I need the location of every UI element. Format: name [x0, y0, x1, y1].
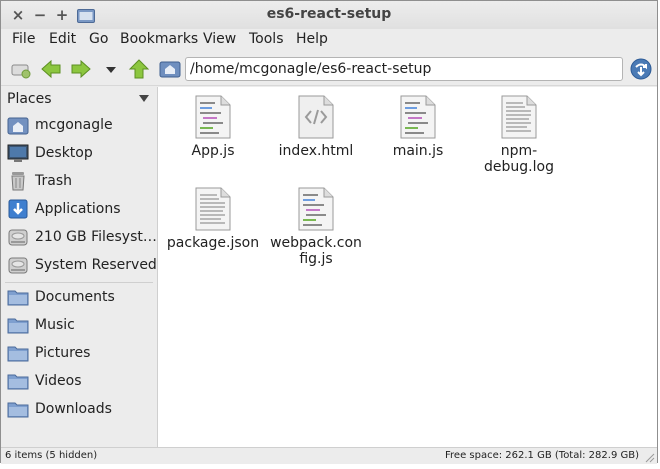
sidebar-item-label: Downloads [35, 401, 112, 417]
sidebar-item-label: Applications [35, 201, 121, 217]
file-item-package-json[interactable]: package.json [165, 187, 261, 251]
folder-icon [7, 399, 29, 419]
sidebar-item-label: System Reserved [35, 257, 157, 273]
sidebar-item-system-reserved[interactable]: System Reserved [5, 252, 157, 278]
sidebar: Places mcgonagle Desktop Trash Applicati… [1, 87, 158, 447]
text-file-icon [195, 187, 231, 231]
free-space-text: Free space: 262.1 GB (Total: 282.9 GB) [445, 450, 639, 461]
toolbar: /home/mcgonagle/es6-react-setup [1, 53, 657, 86]
file-list-pane[interactable]: App.js index.html main.js npm-debug.log … [158, 87, 657, 447]
new-tab-icon[interactable] [9, 57, 33, 81]
sidebar-item-documents[interactable]: Documents [5, 284, 155, 310]
sidebar-item-pictures[interactable]: Pictures [5, 340, 155, 366]
places-header[interactable]: Places [7, 91, 151, 109]
home-icon [7, 115, 29, 135]
menu-view[interactable]: View [201, 31, 238, 47]
file-item-npm-debug-log[interactable]: npm-debug.log [470, 95, 568, 175]
script-file-icon [400, 95, 436, 139]
menu-bar: File Edit Go Bookmarks View Tools Help [1, 29, 657, 51]
sidebar-item-label: Pictures [35, 345, 91, 361]
chevron-down-icon[interactable] [139, 95, 149, 102]
menu-edit[interactable]: Edit [47, 31, 78, 47]
drive-icon [7, 255, 29, 275]
menu-tools[interactable]: Tools [247, 31, 286, 47]
sidebar-item-label: mcgonagle [35, 117, 113, 133]
file-name: index.html [278, 143, 354, 159]
sidebar-item-trash[interactable]: Trash [5, 168, 155, 194]
status-bar: 6 items (5 hidden) Free space: 262.1 GB … [1, 447, 657, 464]
back-arrow-icon[interactable] [39, 57, 63, 81]
folder-icon [7, 371, 29, 391]
sidebar-item-applications[interactable]: Applications [5, 196, 155, 222]
sidebar-item-label: Desktop [35, 145, 93, 161]
sidebar-item-filesystem[interactable]: 210 GB Filesyst… [5, 224, 157, 250]
sidebar-item-desktop[interactable]: Desktop [5, 140, 155, 166]
html-file-icon [298, 95, 334, 139]
script-file-icon [195, 95, 231, 139]
file-manager-window: × − + es6-react-setup File Edit Go Bookm… [0, 0, 658, 464]
go-refresh-icon[interactable] [629, 57, 653, 81]
sidebar-item-videos[interactable]: Videos [5, 368, 155, 394]
trash-icon [7, 171, 29, 191]
home-folder-icon[interactable] [158, 57, 182, 81]
title-bar: × − + es6-react-setup [1, 1, 657, 30]
forward-arrow-icon[interactable] [69, 57, 93, 81]
desktop-icon [7, 143, 29, 163]
sidebar-item-downloads[interactable]: Downloads [5, 396, 155, 422]
applications-icon [7, 199, 29, 219]
window-title: es6-react-setup [266, 6, 392, 22]
resize-grip-icon[interactable] [643, 451, 655, 463]
file-item-main-js[interactable]: main.js [370, 95, 466, 159]
history-dropdown-icon[interactable] [99, 57, 123, 81]
drive-icon [7, 227, 29, 247]
file-name: main.js [392, 143, 444, 159]
file-item-app-js[interactable]: App.js [165, 95, 261, 159]
item-count-text: 6 items (5 hidden) [5, 450, 98, 461]
up-arrow-icon[interactable] [127, 57, 151, 81]
menu-file[interactable]: File [10, 31, 37, 47]
file-name: package.json [166, 235, 260, 251]
script-file-icon [298, 187, 334, 231]
sidebar-item-label: Videos [35, 373, 82, 389]
file-name: webpack.config.js [270, 235, 362, 267]
folder-icon [7, 343, 29, 363]
text-file-icon [501, 95, 537, 139]
sidebar-divider [5, 282, 153, 283]
file-name: App.js [191, 143, 235, 159]
folder-icon [7, 315, 29, 335]
address-bar[interactable]: /home/mcgonagle/es6-react-setup [185, 57, 623, 81]
sidebar-item-label: 210 GB Filesyst… [35, 229, 157, 245]
folder-icon [7, 287, 29, 307]
sidebar-item-label: Music [35, 317, 75, 333]
file-name: npm-debug.log [484, 143, 554, 175]
sidebar-item-label: Documents [35, 289, 115, 305]
sidebar-item-music[interactable]: Music [5, 312, 155, 338]
menu-go[interactable]: Go [87, 31, 110, 47]
file-item-webpack-config-js[interactable]: webpack.config.js [268, 187, 364, 267]
places-header-label: Places [7, 91, 52, 107]
sidebar-item-home[interactable]: mcgonagle [5, 112, 155, 138]
sidebar-item-label: Trash [35, 173, 72, 189]
file-item-index-html[interactable]: index.html [268, 95, 364, 159]
menu-help[interactable]: Help [294, 31, 330, 47]
menu-bookmarks[interactable]: Bookmarks [118, 31, 200, 47]
